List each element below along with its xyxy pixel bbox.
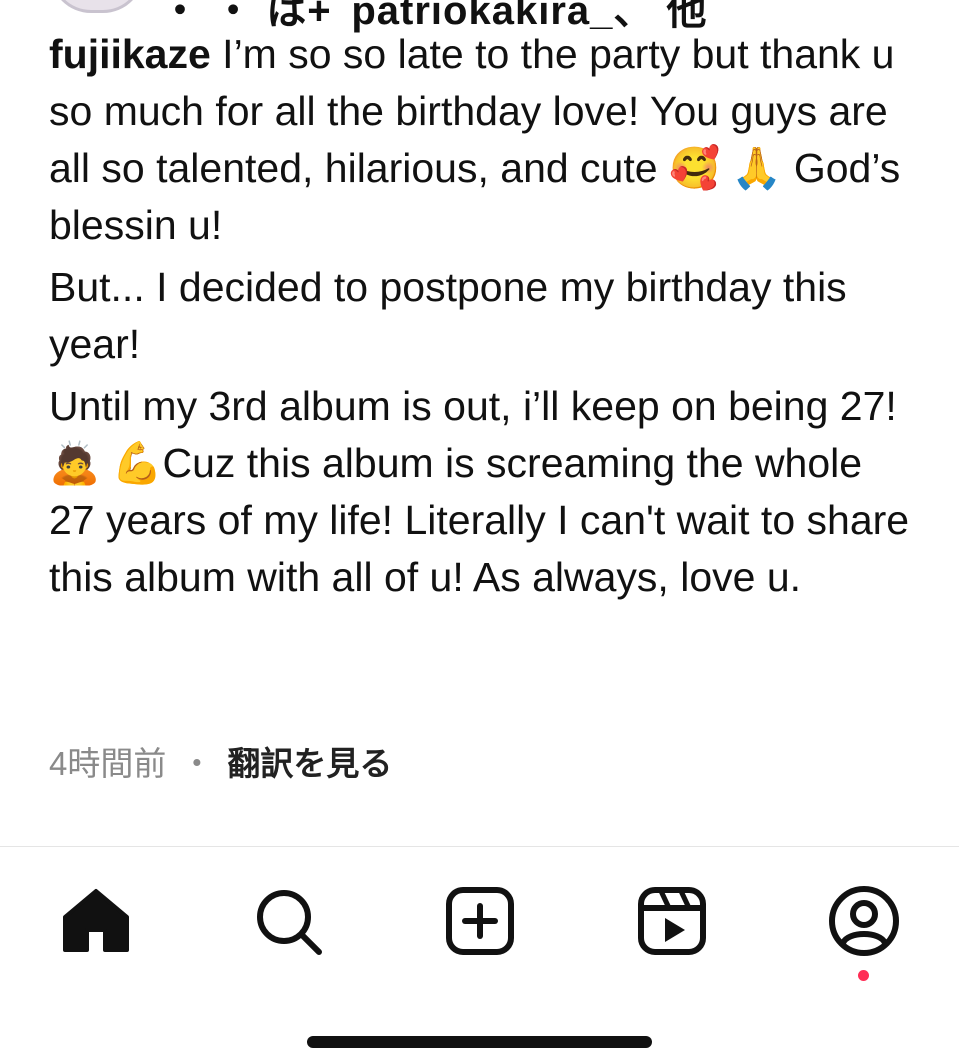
- caption-paragraph: But... I decided to postpone my birthday…: [49, 264, 847, 367]
- post-timestamp: 4時間前: [49, 745, 167, 782]
- post-meta: 4時間前・翻訳を見る: [49, 742, 392, 786]
- previous-row: ・ ・ は+ patriokakira_、 他: [0, 0, 959, 33]
- meta-separator: ・: [180, 745, 214, 782]
- username[interactable]: fujiikaze: [49, 31, 211, 77]
- see-translation-link[interactable]: 翻訳を見る: [227, 745, 392, 782]
- post-caption: fujiikaze I’m so so late to the party bu…: [49, 26, 919, 611]
- search-icon: [257, 890, 322, 955]
- tab-search[interactable]: [252, 885, 324, 957]
- tab-reels[interactable]: [636, 885, 708, 957]
- home-icon: [63, 889, 129, 952]
- caption-paragraph: Until my 3rd album is out, i’ll keep on …: [49, 383, 910, 600]
- bottom-tab-bar: [0, 847, 959, 1042]
- notification-dot: [858, 970, 869, 981]
- avatar[interactable]: [50, 0, 144, 13]
- home-indicator[interactable]: [307, 1036, 652, 1048]
- reels-icon: [638, 887, 706, 955]
- create-icon: [446, 887, 514, 955]
- tab-create[interactable]: [444, 885, 516, 957]
- tab-home[interactable]: [60, 885, 132, 957]
- profile-icon: [829, 886, 899, 956]
- caption-paragraph: fujiikaze I’m so so late to the party bu…: [49, 26, 919, 254]
- tab-profile[interactable]: [828, 885, 900, 957]
